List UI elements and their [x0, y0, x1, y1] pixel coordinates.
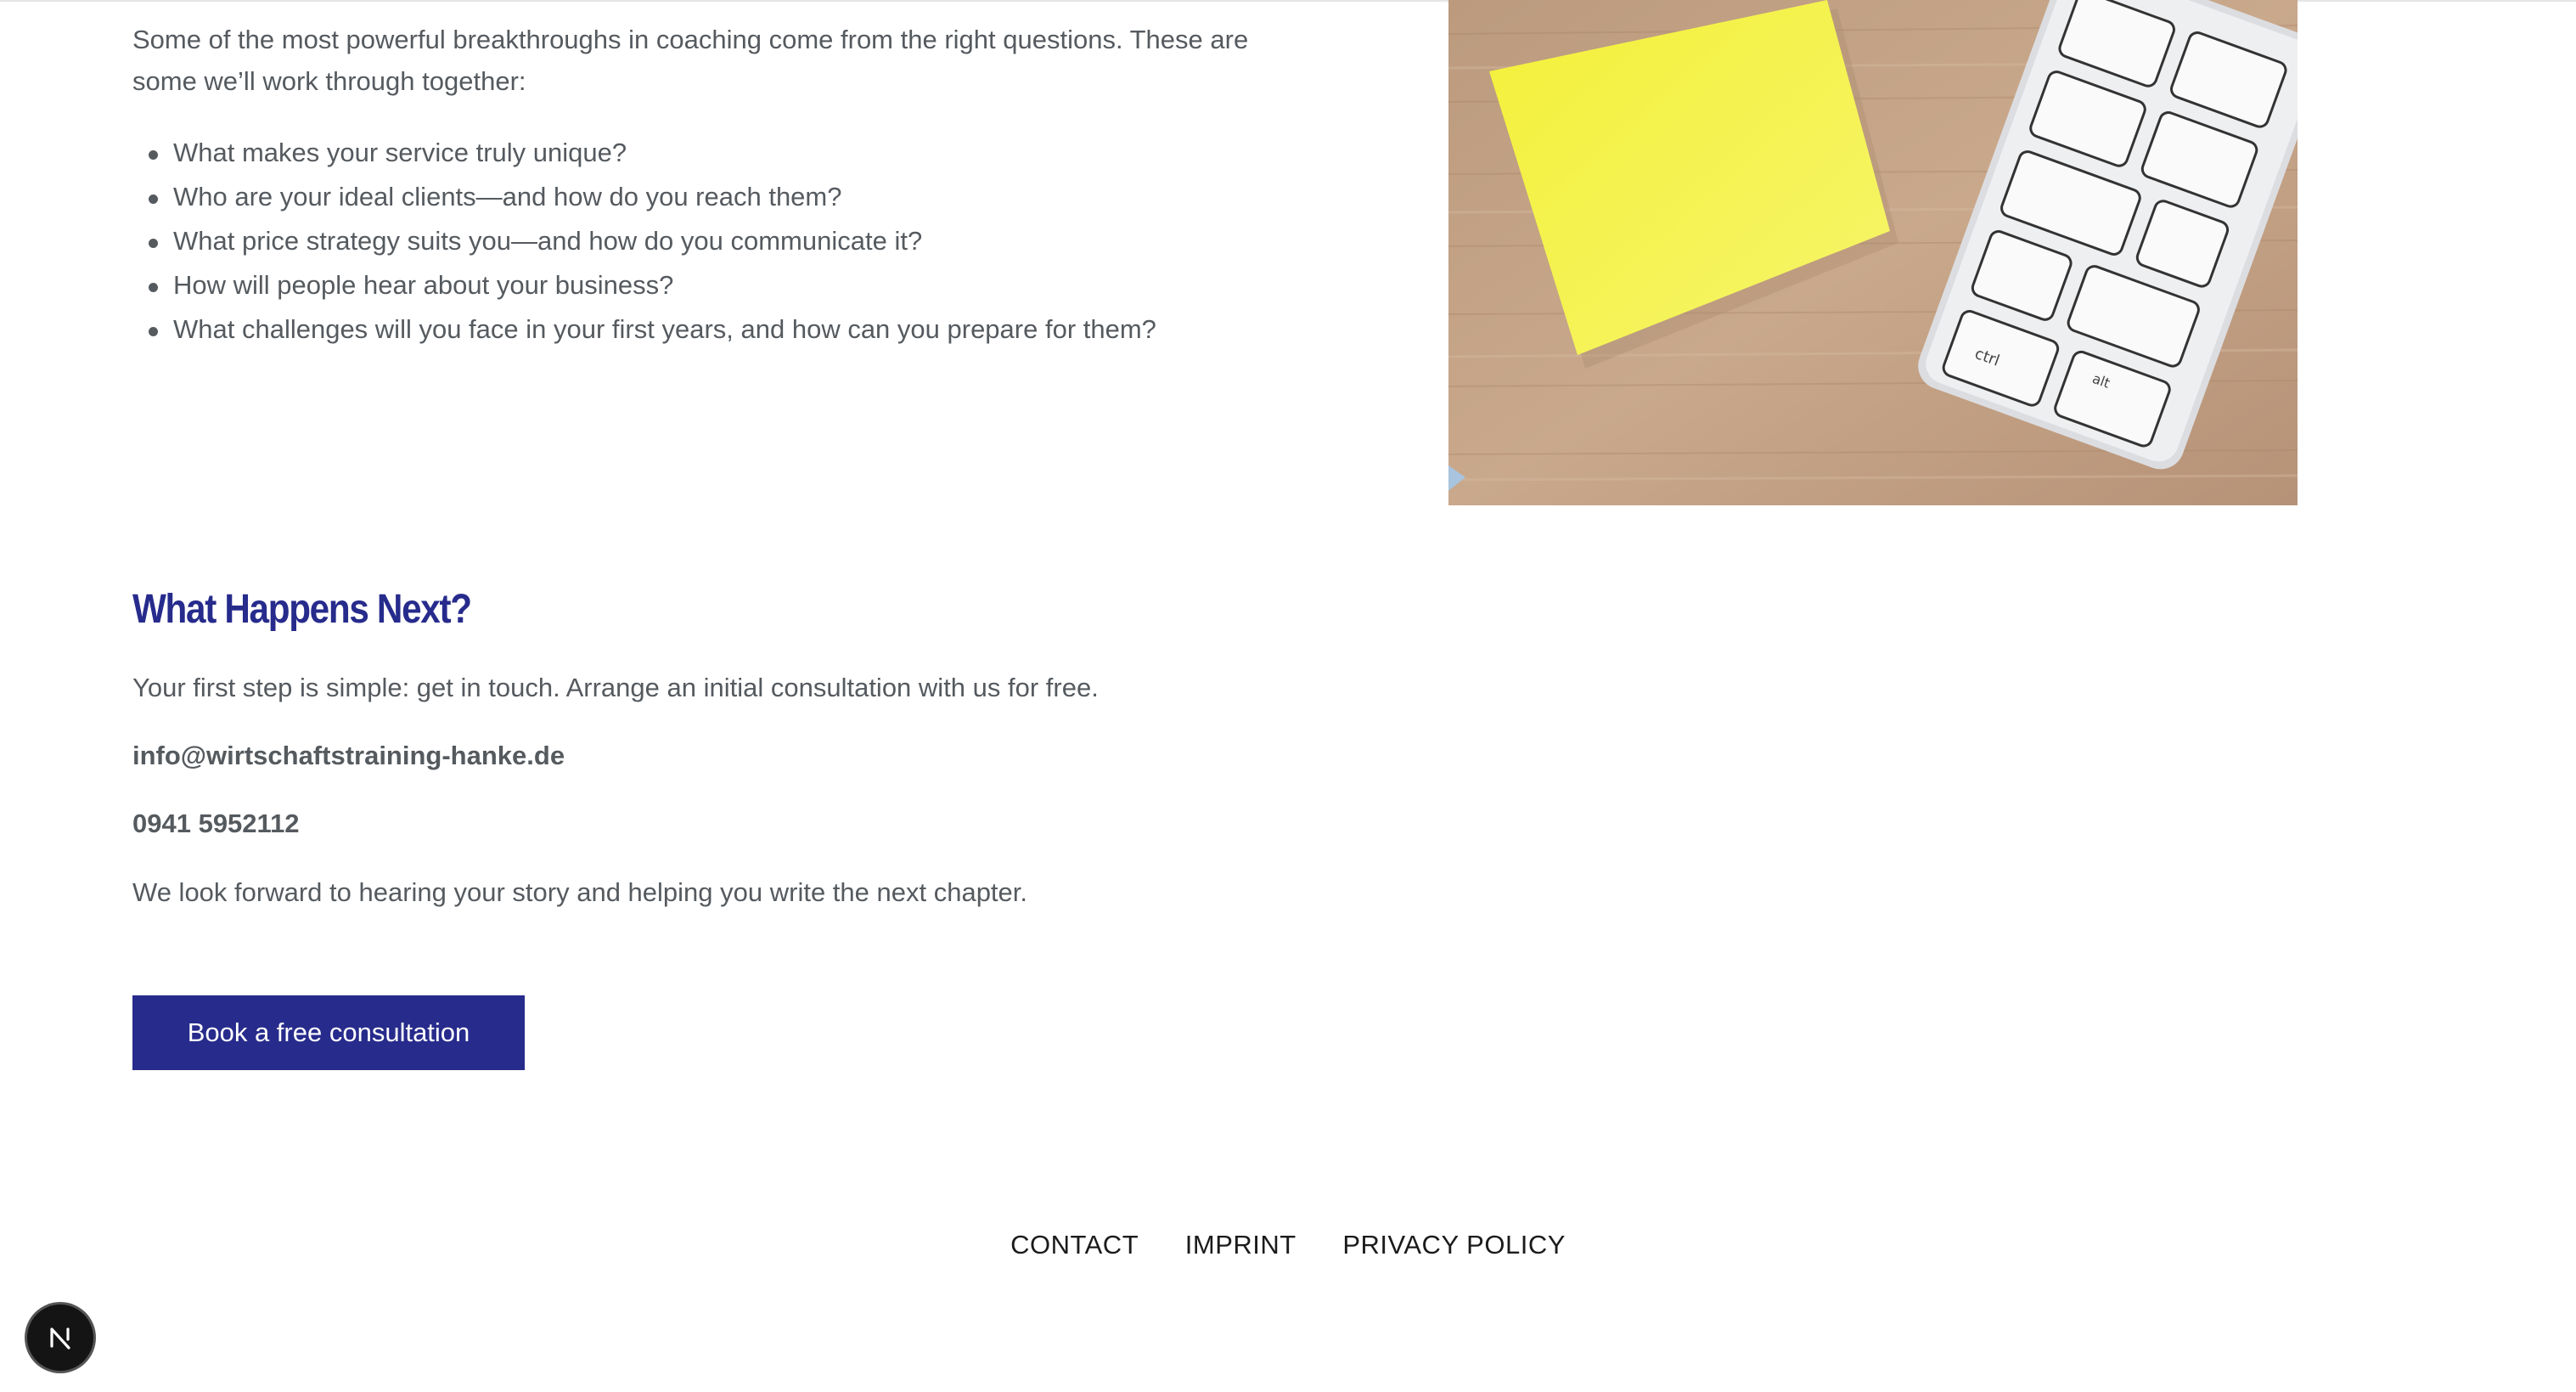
email-text: info@wirtschaftstraining-hanke.de [132, 741, 565, 770]
list-item: Who are your ideal clients—and how do yo… [132, 175, 1156, 219]
list-item: What makes your service truly unique? [132, 131, 1156, 175]
intro-paragraph: Some of the most powerful breakthroughs … [132, 25, 1249, 96]
n-logo-icon [50, 1327, 70, 1350]
closing-text: We look forward to hearing your story an… [132, 877, 1028, 907]
next-intro-text: Your first step is simple: get in touch.… [132, 673, 1099, 702]
footer-link-imprint[interactable]: IMPRINT [1185, 1230, 1296, 1260]
footer-link-contact[interactable]: CONTACT [1010, 1230, 1139, 1260]
list-item: What price strategy suits you—and how do… [132, 219, 1156, 263]
footer-link-privacy-policy[interactable]: PRIVACY POLICY [1342, 1230, 1566, 1260]
footer-nav: CONTACT IMPRINT PRIVACY POLICY [0, 1230, 2576, 1260]
sticky-note-photo: ctrl alt [1448, 0, 2298, 505]
phone-text: 0941 5952112 [132, 809, 300, 838]
list-item: How will people hear about your business… [132, 263, 1156, 307]
next-steps-heading: What Happens Next? [132, 587, 472, 632]
questions-list: What makes your service truly unique? Wh… [132, 131, 1156, 352]
book-consultation-button[interactable]: Book a free consultation [132, 995, 525, 1070]
nextjs-dev-indicator-icon[interactable] [27, 1305, 93, 1371]
list-item: What challenges will you face in your fi… [132, 307, 1156, 352]
